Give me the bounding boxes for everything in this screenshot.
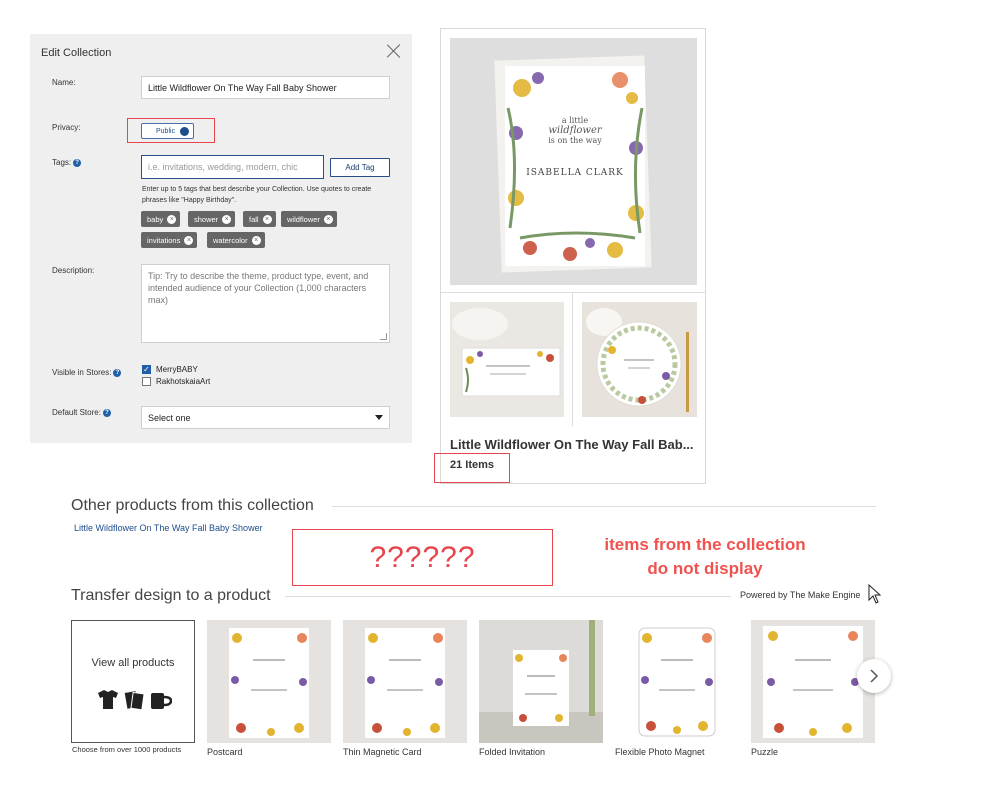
tag-chip: baby × <box>141 211 181 227</box>
description-placeholder: Tip: Try to describe the theme, product … <box>148 271 369 305</box>
product-tile-folded-invitation[interactable] <box>479 620 603 743</box>
remove-tag-icon[interactable]: × <box>323 214 333 224</box>
collection-link[interactable]: Little Wildflower On The Way Fall Baby S… <box>74 523 263 533</box>
chevron-down-icon <box>375 415 383 420</box>
magnetic-card-photo-icon <box>343 620 467 743</box>
default-store-value: Select one <box>148 412 191 423</box>
transfer-heading: Transfer design to a product <box>71 587 271 604</box>
store-name: RakhotskaiaArt <box>156 377 211 386</box>
invite-line2: wildflower <box>548 125 602 136</box>
view-all-caption: Choose from over 1000 products <box>72 745 182 754</box>
other-products-heading: Other products from this collection <box>71 497 314 514</box>
add-tag-button[interactable]: Add Tag <box>330 158 390 177</box>
product-tile-flexible-photo-magnet[interactable] <box>615 620 739 743</box>
product-types-icon <box>98 690 172 711</box>
product-label[interactable]: Flexible Photo Magnet <box>615 747 705 757</box>
visible-stores-label: Visible in Stores: <box>52 368 112 377</box>
folded-invitation-photo-icon <box>479 620 603 743</box>
tag-chip-label: baby <box>147 214 164 224</box>
tag-chip: wildflower × <box>281 211 337 227</box>
remove-tag-icon[interactable]: × <box>184 235 194 245</box>
tag-chip-label: watercolor <box>213 235 248 245</box>
missing-items-box: ?????? <box>292 529 553 586</box>
collection-thumb-envelope[interactable] <box>450 302 564 417</box>
view-all-label: View all products <box>91 657 175 669</box>
default-store-label: Default Store: <box>52 408 101 417</box>
tag-chip-label: shower <box>194 214 219 224</box>
chevron-right-icon <box>870 669 879 683</box>
privacy-value: Public <box>156 127 176 135</box>
help-icon[interactable]: ? <box>113 369 122 377</box>
puzzle-photo-icon <box>751 620 875 743</box>
description-textarea[interactable]: Tip: Try to describe the theme, product … <box>141 264 390 343</box>
tags-input[interactable]: i.e. invitations, wedding, modern, chic <box>141 155 324 179</box>
invite-line3: is on the way <box>548 136 602 145</box>
invite-name: ISABELLA CLARK <box>526 168 624 178</box>
invite-text: a little wildflower is on the way ISABEL… <box>505 116 645 178</box>
item-count-highlight-box <box>434 453 510 483</box>
mouse-cursor-icon <box>868 584 882 604</box>
checkbox-checked-icon[interactable]: ✓ <box>142 365 151 374</box>
heading-divider <box>332 506 876 507</box>
product-label[interactable]: Folded Invitation <box>479 747 545 757</box>
resize-handle-icon[interactable] <box>380 333 387 340</box>
description-label: Description: <box>52 266 95 275</box>
tags-label: Tags: <box>52 158 72 167</box>
product-tile-thin-magnetic-card[interactable] <box>343 620 467 743</box>
close-icon[interactable] <box>386 43 402 59</box>
remove-tag-icon[interactable]: × <box>251 235 261 245</box>
remove-tag-icon[interactable]: × <box>167 214 177 224</box>
postcard-photo-icon <box>207 620 331 743</box>
help-icon[interactable]: ? <box>73 159 82 167</box>
tag-chip-label: fall <box>249 214 259 224</box>
product-label[interactable]: Thin Magnetic Card <box>343 747 422 757</box>
card-divider <box>572 292 573 426</box>
edit-collection-panel: Edit Collection Name: Little Wildflower … <box>30 34 412 443</box>
checkbox-icon[interactable] <box>142 377 151 386</box>
default-store-label-row: Default Store:? <box>52 408 111 417</box>
tags-hint: Enter up to 5 tags that best describe yo… <box>142 186 372 204</box>
product-tile-postcard[interactable] <box>207 620 331 743</box>
store-name: MerryBABY <box>156 365 198 374</box>
photo-magnet-photo-icon <box>615 620 739 743</box>
collection-thumb-plate[interactable] <box>582 302 697 417</box>
tag-chip-label: invitations <box>147 235 181 245</box>
product-tile-puzzle[interactable] <box>751 620 875 743</box>
tag-chip: invitations × <box>141 232 198 248</box>
heading-divider <box>285 596 731 597</box>
annotation-note: items from the collection do not display <box>565 533 845 581</box>
store-option-rakhotskaiaart[interactable]: RakhotskaiaArt <box>142 377 210 386</box>
product-label[interactable]: Puzzle <box>751 747 778 757</box>
tag-chip: fall × <box>243 211 276 227</box>
powered-by-text: Powered by The Make Engine <box>740 590 861 600</box>
collection-name-input[interactable]: Little Wildflower On The Way Fall Baby S… <box>141 76 390 99</box>
visible-stores-label-row: Visible in Stores:? <box>52 368 122 377</box>
missing-items-placeholder: ?????? <box>369 540 476 574</box>
tag-chip-label: wildflower <box>287 214 320 224</box>
plate-photo-icon <box>582 302 697 417</box>
card-divider <box>441 292 705 293</box>
collection-main-image[interactable]: a little wildflower is on the way ISABEL… <box>450 38 697 285</box>
envelope-photo-icon <box>450 302 564 417</box>
view-all-products-tile[interactable]: View all products <box>71 620 195 743</box>
name-label: Name: <box>52 78 76 87</box>
collection-title[interactable]: Little Wildflower On The Way Fall Bab... <box>450 437 694 452</box>
privacy-toggle[interactable]: Public <box>141 123 194 139</box>
privacy-label: Privacy: <box>52 123 81 132</box>
annotation-line1: items from the collection <box>604 535 806 554</box>
tag-chip: shower × <box>188 211 236 227</box>
annotation-line2: do not display <box>647 559 763 578</box>
remove-tag-icon[interactable]: × <box>262 214 272 224</box>
tag-chip: watercolor × <box>207 232 265 248</box>
store-option-merrybaby[interactable]: ✓ MerryBABY <box>142 365 198 374</box>
product-label[interactable]: Postcard <box>207 747 243 757</box>
help-icon[interactable]: ? <box>102 409 111 417</box>
panel-title: Edit Collection <box>41 47 112 59</box>
default-store-select[interactable]: Select one <box>141 406 390 429</box>
tags-label-row: Tags:? <box>52 158 82 167</box>
remove-tag-icon[interactable]: × <box>222 214 232 224</box>
toggle-knob-icon <box>180 127 189 136</box>
carousel-next-button[interactable] <box>857 659 891 693</box>
